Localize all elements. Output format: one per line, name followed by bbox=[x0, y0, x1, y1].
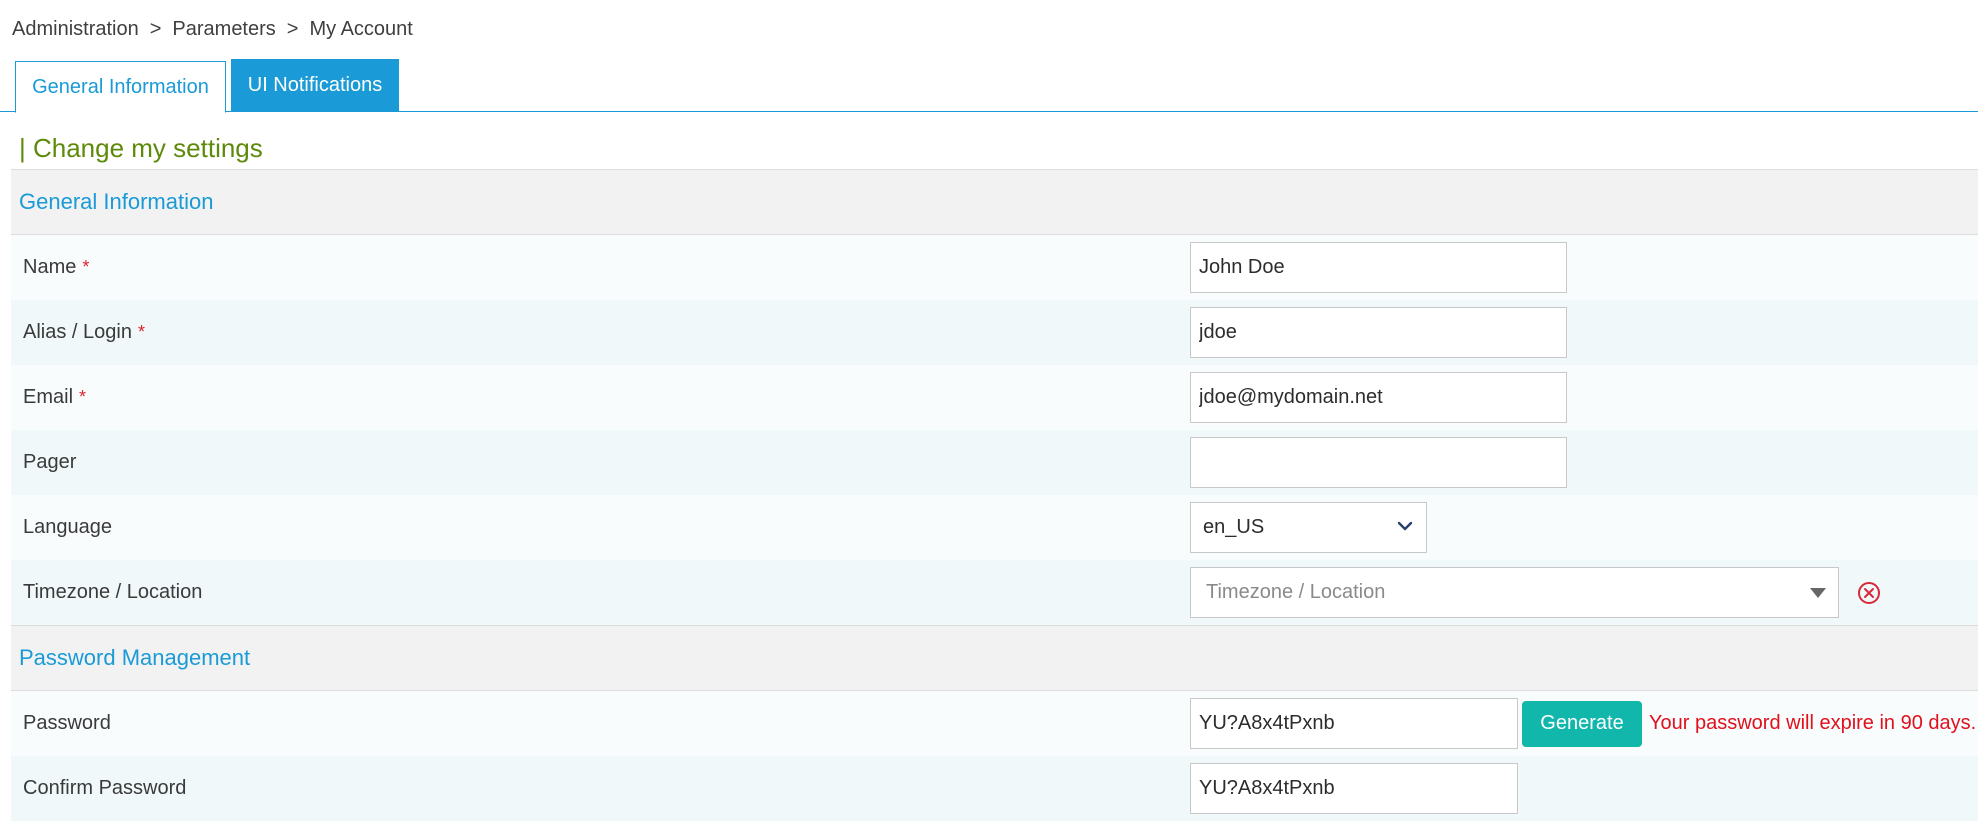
confirm-password-label: Confirm Password bbox=[23, 777, 187, 799]
timezone-placeholder: Timezone / Location bbox=[1206, 581, 1386, 603]
breadcrumb-separator: > bbox=[286, 18, 299, 40]
required-marker: * bbox=[82, 257, 90, 277]
language-label: Language bbox=[23, 516, 112, 538]
form-row-name: Name * bbox=[11, 235, 1978, 300]
breadcrumb-separator: > bbox=[149, 18, 162, 40]
alias-input[interactable] bbox=[1190, 307, 1567, 358]
email-input[interactable] bbox=[1190, 372, 1567, 423]
email-label: Email * bbox=[23, 386, 87, 408]
breadcrumb: Administration > Parameters > My Account bbox=[12, 18, 413, 41]
form-row-email: Email * bbox=[11, 365, 1978, 430]
breadcrumb-item-parameters[interactable]: Parameters bbox=[172, 18, 275, 40]
page-title: | Change my settings bbox=[19, 133, 263, 163]
form-row-alias: Alias / Login * bbox=[11, 300, 1978, 365]
tab-general-information[interactable]: General Information bbox=[15, 61, 226, 113]
name-label: Name * bbox=[23, 256, 90, 278]
tab-ui-notifications[interactable]: UI Notifications bbox=[231, 59, 399, 111]
required-marker: * bbox=[137, 322, 145, 342]
settings-form: General Information Name* Alias / Login*… bbox=[11, 169, 1978, 821]
section-header-general-information: General Information bbox=[11, 169, 1978, 235]
form-row-language: Language en_US bbox=[11, 495, 1978, 560]
clear-circle-icon[interactable] bbox=[1857, 581, 1881, 605]
language-select[interactable]: en_US bbox=[1190, 502, 1427, 553]
dropdown-caret-icon bbox=[1810, 588, 1826, 598]
confirm-password-input[interactable] bbox=[1190, 763, 1518, 814]
form-row-pager: Pager bbox=[11, 430, 1978, 495]
alias-label: Alias / Login * bbox=[23, 321, 145, 343]
breadcrumb-item-administration[interactable]: Administration bbox=[12, 18, 139, 40]
password-label: Password bbox=[23, 712, 111, 734]
tab-bar: General Information UI Notifications bbox=[0, 59, 1978, 113]
timezone-label: Timezone / Location bbox=[23, 581, 203, 603]
breadcrumb-item-my-account[interactable]: My Account bbox=[309, 18, 412, 40]
chevron-down-icon bbox=[1397, 521, 1413, 531]
required-marker: * bbox=[79, 387, 87, 407]
name-input[interactable] bbox=[1190, 242, 1567, 293]
form-row-confirm-password: Confirm Password bbox=[11, 756, 1978, 821]
pager-label: Pager bbox=[23, 451, 77, 473]
timezone-select[interactable]: Timezone / Location bbox=[1190, 567, 1839, 618]
form-row-timezone: Timezone / Location Timezone / Location bbox=[11, 560, 1978, 625]
password-input[interactable] bbox=[1190, 698, 1518, 749]
section-header-password-management: Password Management bbox=[11, 625, 1978, 691]
language-select-value: en_US bbox=[1203, 516, 1265, 538]
password-expire-message: Your password will expire in 90 days. bbox=[1649, 712, 1977, 734]
generate-button[interactable]: Generate bbox=[1522, 700, 1642, 747]
pager-input[interactable] bbox=[1190, 437, 1567, 488]
form-row-password: Password Generate Your password will exp… bbox=[11, 691, 1978, 756]
